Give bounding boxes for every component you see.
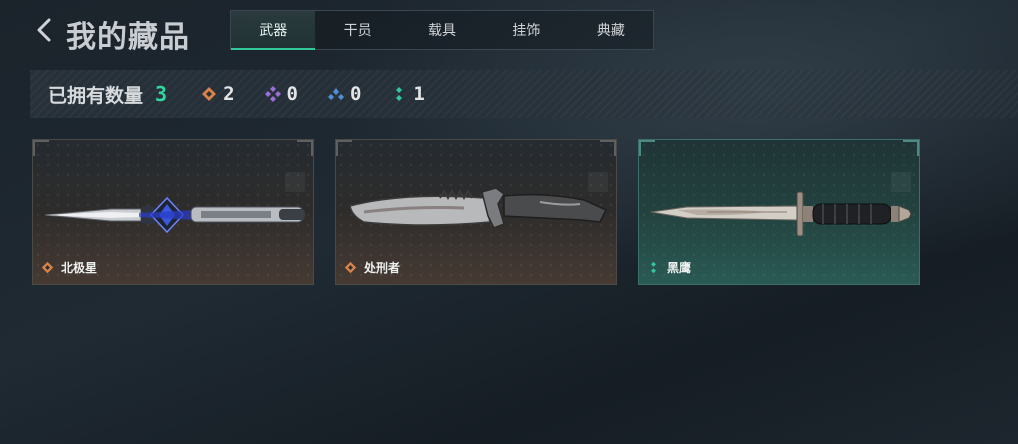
tab-charms[interactable]: 挂饰	[484, 11, 568, 49]
item-grid: 北极星 处刑者 黑鹰	[32, 139, 920, 285]
tab-vehicles[interactable]: 载具	[400, 11, 484, 49]
purple-diamond-icon	[264, 86, 281, 102]
orange-diamond-icon	[202, 87, 217, 101]
card-corner-decoration	[33, 140, 49, 156]
item-card-footer: 黑鹰	[647, 259, 691, 276]
rarity-count-orange: 2	[223, 83, 235, 105]
item-name: 北极星	[61, 261, 98, 275]
green-dots-icon	[651, 261, 656, 274]
green-dots-icon	[396, 87, 403, 101]
rarity-count-purple: 0	[286, 83, 298, 105]
card-corner-decoration	[903, 140, 919, 156]
orange-diamond-icon	[41, 261, 54, 274]
owned-count-label: 已拥有数量	[48, 84, 144, 107]
page-title: 我的藏品	[66, 20, 190, 55]
serrated-knife-image	[349, 187, 608, 229]
item-card-footer: 处刑者	[344, 259, 400, 276]
owned-count-value: 3	[155, 82, 168, 106]
item-card-heiying[interactable]: 黑鹰	[638, 139, 920, 285]
rarity-stat-green: 1	[391, 83, 425, 105]
card-corner-decoration	[639, 140, 655, 156]
category-tabs: 武器 干员 载具 挂饰 典藏	[230, 10, 654, 50]
rarity-count-blue: 0	[349, 83, 362, 105]
blue-diamond-icon	[327, 88, 344, 100]
tab-weapons[interactable]: 武器	[231, 11, 316, 50]
rarity-count-green: 1	[413, 83, 425, 105]
combat-knife-image	[650, 191, 912, 237]
item-name: 处刑者	[364, 261, 401, 275]
card-corner-decoration	[336, 140, 352, 156]
item-card-beijixing[interactable]: 北极星	[32, 139, 314, 285]
item-card-footer: 北极星	[41, 259, 97, 276]
tab-collection[interactable]: 典藏	[569, 11, 653, 49]
card-corner-decoration	[600, 140, 616, 156]
tab-operators[interactable]: 干员	[315, 11, 399, 49]
rarity-stat-orange: 2	[201, 83, 235, 105]
dagger-image	[44, 196, 305, 234]
item-card-chuxingzhe[interactable]: 处刑者	[335, 139, 617, 285]
back-arrow-icon[interactable]	[34, 16, 54, 44]
item-name: 黑鹰	[667, 261, 692, 275]
orange-diamond-icon	[344, 261, 357, 274]
rarity-stat-purple: 0	[264, 83, 298, 105]
rarity-stat-blue: 0	[327, 83, 362, 105]
owned-summary-bar: 已拥有数量 3 2 0 0 1	[30, 70, 1018, 118]
card-corner-decoration	[297, 140, 313, 156]
